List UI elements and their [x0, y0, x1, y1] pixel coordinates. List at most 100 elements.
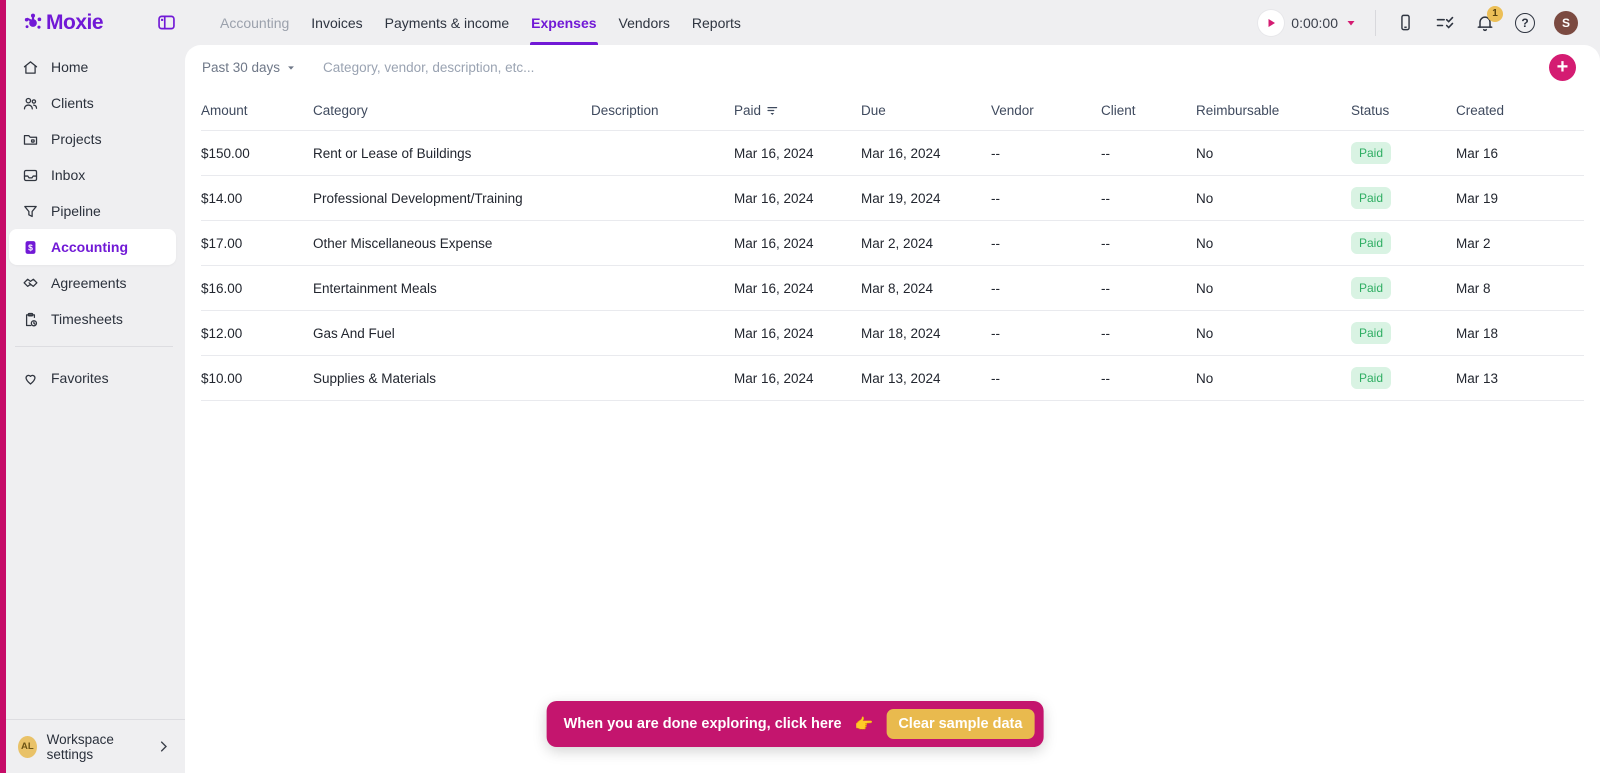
cell-due: Mar 19, 2024 [861, 190, 941, 206]
brand-name: Moxie [46, 10, 104, 34]
tab-reports[interactable]: Reports [681, 0, 752, 45]
status-badge: Paid [1351, 142, 1392, 164]
cell-status: Paid [1351, 187, 1456, 209]
caret-down-icon [288, 65, 294, 70]
cell-status: Paid [1351, 232, 1456, 254]
accounting-icon: $ [22, 239, 39, 256]
cell-vendor: -- [991, 235, 1000, 251]
sidebar: Home Clients Projects Inbox Pipeline $ Account… [0, 45, 185, 773]
column-header-client[interactable]: Client [1101, 103, 1196, 118]
column-header-amount[interactable]: Amount [201, 103, 313, 118]
table-row[interactable]: $10.00 Supplies & Materials Mar 16, 2024 Ma… [201, 356, 1584, 401]
sidebar-item-favorites[interactable]: Favorites [9, 360, 176, 396]
tab-invoices[interactable]: Invoices [300, 0, 373, 45]
cell-paid: Mar 16, 2024 [734, 325, 814, 341]
inbox-icon [22, 167, 39, 184]
column-header-status[interactable]: Status [1351, 103, 1456, 118]
cell-created: Mar 2 [1456, 235, 1491, 251]
column-header-category[interactable]: Category [313, 103, 591, 118]
clear-sample-data-button[interactable]: Clear sample data [886, 709, 1035, 739]
cell-status: Paid [1351, 142, 1456, 164]
expenses-panel: Past 30 days + AmountCategoryDescription… [185, 45, 1600, 773]
cell-reimbursable: No [1196, 325, 1214, 341]
svg-text:$: $ [28, 242, 33, 252]
mobile-device-icon[interactable] [1394, 12, 1416, 34]
topbar-divider [1375, 9, 1376, 36]
table-row[interactable]: $150.00 Rent or Lease of Buildings Mar 16,… [201, 131, 1584, 176]
workspace-settings-button[interactable]: AL Workspace settings [6, 719, 185, 773]
column-header-reimbursable[interactable]: Reimbursable [1196, 103, 1351, 118]
sidebar-item-projects[interactable]: Projects [9, 121, 176, 157]
task-checklist-icon[interactable] [1434, 12, 1456, 34]
sidebar-item-label: Home [51, 59, 89, 75]
sidebar-divider [15, 346, 173, 347]
cell-due: Mar 13, 2024 [861, 370, 941, 386]
cell-amount: $150.00 [201, 145, 250, 161]
add-expense-button[interactable]: + [1549, 54, 1576, 81]
column-header-vendor[interactable]: Vendor [991, 103, 1101, 118]
table-row[interactable]: $17.00 Other Miscellaneous Expense Mar 16,… [201, 221, 1584, 266]
projects-icon [22, 131, 39, 148]
cell-created: Mar 8 [1456, 280, 1491, 296]
cell-vendor: -- [991, 370, 1000, 386]
cell-created: Mar 18 [1456, 325, 1499, 341]
tab-vendors[interactable]: Vendors [608, 0, 681, 45]
status-badge: Paid [1351, 367, 1392, 389]
cell-reimbursable: No [1196, 370, 1214, 386]
cell-category: Other Miscellaneous Expense [313, 235, 493, 251]
cell-status: Paid [1351, 322, 1456, 344]
sidebar-toggle-icon[interactable] [155, 12, 177, 34]
user-avatar[interactable]: S [1554, 10, 1578, 35]
table-row[interactable]: $14.00 Professional Development/Training M… [201, 176, 1584, 221]
sidebar-item-accounting[interactable]: $ Accounting [9, 229, 176, 265]
column-header-due[interactable]: Due [861, 103, 991, 118]
table-header-row: Amount Category Description Paid Due Vendor Cl… [201, 90, 1584, 131]
sidebar-item-clients[interactable]: Clients [9, 85, 176, 121]
sidebar-item-inbox[interactable]: Inbox [9, 157, 176, 193]
cell-amount: $17.00 [201, 235, 243, 251]
cell-amount: $10.00 [201, 370, 243, 386]
cell-paid: Mar 16, 2024 [734, 190, 814, 206]
cell-category: Supplies & Materials [313, 370, 437, 386]
column-header-paid[interactable]: Paid [734, 103, 861, 118]
sidebar-item-home[interactable]: Home [9, 49, 176, 85]
top-navigation: Accounting Invoices Payments & income Expen… [209, 0, 752, 45]
sidebar-item-agreements[interactable]: Agreements [9, 265, 176, 301]
cell-paid: Mar 16, 2024 [734, 235, 814, 251]
sidebar-item-label: Favorites [51, 370, 109, 386]
moxie-logo[interactable]: Moxie [22, 10, 104, 35]
tab-accounting[interactable]: Accounting [209, 0, 300, 45]
notifications-bell-icon[interactable]: 1 [1474, 5, 1503, 34]
table-row[interactable]: $12.00 Gas And Fuel Mar 16, 2024 Mar 18, 20… [201, 311, 1584, 356]
cell-category: Professional Development/Training [313, 190, 523, 206]
filter-bar: Past 30 days + [185, 45, 1600, 90]
column-header-created[interactable]: Created [1456, 103, 1584, 118]
cell-vendor: -- [991, 325, 1000, 341]
status-badge: Paid [1351, 322, 1392, 344]
cell-category: Entertainment Meals [313, 280, 437, 296]
pointing-right-emoji: 👉 [854, 716, 874, 733]
date-range-dropdown[interactable]: Past 30 days [202, 60, 296, 75]
moxie-splat-icon [22, 12, 44, 34]
timer-dropdown-caret-icon[interactable] [1345, 17, 1357, 29]
cell-created: Mar 13 [1456, 370, 1499, 386]
sidebar-item-pipeline[interactable]: Pipeline [9, 193, 176, 229]
chevron-right-icon [156, 739, 171, 754]
tab-expenses[interactable]: Expenses [520, 0, 607, 45]
table-row[interactable]: $16.00 Entertainment Meals Mar 16, 2024 Mar… [201, 266, 1584, 311]
cell-category: Rent or Lease of Buildings [313, 145, 472, 161]
cell-reimbursable: No [1196, 235, 1214, 251]
notification-count-badge: 1 [1487, 5, 1503, 22]
column-header-description[interactable]: Description [591, 103, 734, 118]
search-input[interactable] [323, 60, 1530, 75]
cell-vendor: -- [991, 145, 1000, 161]
help-icon[interactable]: ? [1514, 12, 1536, 34]
timer-play-button[interactable] [1258, 9, 1285, 36]
tab-payments-income[interactable]: Payments & income [374, 0, 521, 45]
topbar-actions: 0:00:00 1 ? S [1258, 5, 1600, 36]
sidebar-item-label: Agreements [51, 275, 127, 291]
sidebar-item-timesheets[interactable]: Timesheets [9, 301, 176, 337]
sample-data-banner: When you are done exploring, click here … [546, 701, 1044, 747]
cell-client: -- [1101, 190, 1110, 206]
cell-amount: $16.00 [201, 280, 243, 296]
